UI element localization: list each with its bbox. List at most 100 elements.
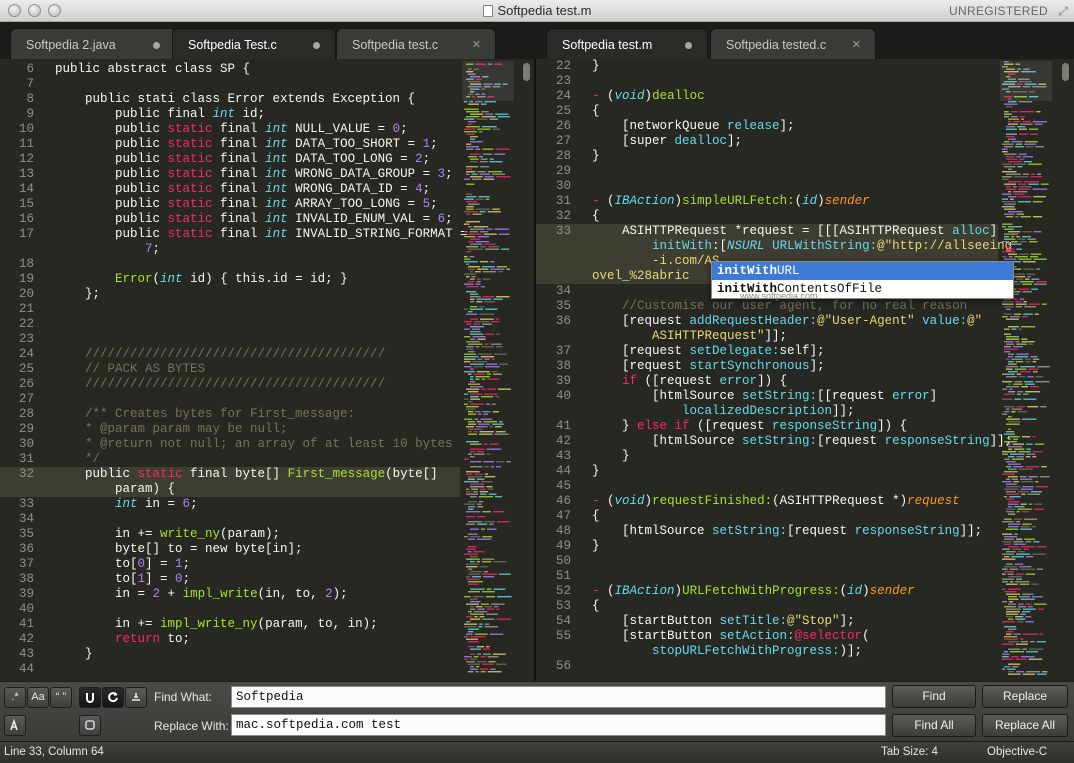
highlight-matches-toggle[interactable] <box>125 687 147 708</box>
left-scrollbar-thumb[interactable] <box>523 63 530 81</box>
right-editor-pane[interactable]: 22} 23 24 - (void)dealloc 25 {26 [networkQueu… <box>536 59 1074 681</box>
syntax-selector[interactable]: Objective-C <box>987 746 1047 758</box>
code-line[interactable]: return to; <box>55 632 190 647</box>
replace-all-button[interactable]: Replace All <box>982 714 1068 737</box>
code-line[interactable]: public static final int INVALID_ENUM_VAL… <box>55 212 453 227</box>
code-line[interactable]: public final int id; <box>55 107 265 122</box>
code-line[interactable]: public static final int ARRAY_TOO_LONG =… <box>55 197 438 212</box>
code-line[interactable]: * @return not null; an array of at least… <box>55 437 453 452</box>
code-line[interactable]: [request addRequestHeader:@"User-Agent" … <box>592 314 982 329</box>
replace-button[interactable]: Replace <box>982 685 1068 708</box>
code-line[interactable]: { <box>592 209 600 224</box>
right-minimap[interactable] <box>1000 61 1052 681</box>
code-line[interactable]: [request setDelegate:self]; <box>592 344 825 359</box>
code-line[interactable]: in += impl_write_ny(param, to, in); <box>55 617 378 632</box>
tab-softpedia-test-c-upper[interactable]: Softpedia Test.c <box>172 28 336 59</box>
code-line[interactable]: - (void)requestFinished:(ASIHTTPRequest … <box>592 494 960 509</box>
find-all-button[interactable]: Find All <box>892 714 976 737</box>
close-tab-icon[interactable]: ✕ <box>852 38 861 51</box>
code-line[interactable]: [super dealloc]; <box>592 134 742 149</box>
autocomplete-item[interactable]: initWithURL <box>712 262 1013 280</box>
show-context-toggle[interactable] <box>79 715 101 736</box>
close-tab-icon[interactable]: ✕ <box>472 38 481 51</box>
fullscreen-icon[interactable]: ⤢ <box>1058 4 1068 19</box>
tab-size-selector[interactable]: Tab Size: 4 <box>881 746 938 758</box>
code-line[interactable]: { <box>592 104 600 119</box>
case-sensitive-toggle[interactable]: Aa <box>27 687 49 708</box>
code-line[interactable]: int in = 6; <box>55 497 198 512</box>
code-line[interactable]: [htmlSource setString:[request responseS… <box>592 524 982 539</box>
regex-toggle[interactable]: .* <box>4 687 26 708</box>
code-line[interactable]: //////////////////////////////////////// <box>55 377 385 392</box>
code-line[interactable]: in = 2 + impl_write(in, to, 2); <box>55 587 348 602</box>
code-line[interactable]: } <box>592 539 600 554</box>
tab-softpedia-test-c[interactable]: Softpedia test.c ✕ <box>336 28 496 59</box>
code-line[interactable]: public static final int DATA_TOO_SHORT =… <box>55 137 438 152</box>
code-line[interactable]: public stati class Error extends Excepti… <box>55 92 415 107</box>
code-line[interactable]: * @param param may be null; <box>55 422 288 437</box>
code-line[interactable]: } <box>592 59 600 74</box>
whole-word-toggle[interactable]: “ ” <box>50 687 72 708</box>
code-line[interactable]: public static final int WRONG_DATA_GROUP… <box>55 167 453 182</box>
code-line[interactable]: [request startSynchronous]; <box>592 359 825 374</box>
code-line[interactable]: // PACK AS BYTES <box>55 362 205 377</box>
code-line[interactable]: public static final int DATA_TOO_LONG = … <box>55 152 430 167</box>
find-input[interactable]: Softpedia <box>231 686 886 708</box>
code-line[interactable]: - (IBAction)simpleURLFetch:(id)sender <box>592 194 870 209</box>
find-button[interactable]: Find <box>892 685 976 708</box>
line-number <box>536 404 571 419</box>
code-line[interactable]: initWith:[NSURL URLWithString:@"http://a… <box>592 239 1012 254</box>
wrap-toggle[interactable] <box>79 687 101 708</box>
code-line[interactable]: }; <box>55 287 100 302</box>
code-line[interactable]: } <box>55 647 93 662</box>
code-line[interactable]: ASIHTTPRequest *request = [[[ASIHTTPRequ… <box>592 224 997 239</box>
replace-input[interactable]: mac.softpedia.com test <box>231 714 886 736</box>
in-selection-toggle[interactable] <box>102 687 124 708</box>
code-line[interactable]: public static final int INVALID_STRING_F… <box>55 227 468 242</box>
preserve-case-toggle[interactable] <box>4 715 26 736</box>
code-line[interactable]: [networkQueue release]; <box>592 119 795 134</box>
code-line[interactable]: { <box>592 509 600 524</box>
left-editor-pane[interactable]: 6 public abstract class SP {7 8 public sta… <box>0 59 534 681</box>
code-line[interactable]: /** Creates bytes for First_message: <box>55 407 355 422</box>
code-line[interactable]: [htmlSource setString:[[request error] <box>592 389 937 404</box>
code-line[interactable]: //Customise our user agent, for no real … <box>592 299 967 314</box>
tab-softpedia-tested-c[interactable]: Softpedia tested.c ✕ <box>710 28 876 59</box>
code-line[interactable]: [startButton setTitle:@"Stop"]; <box>592 614 855 629</box>
code-line[interactable]: public abstract class SP { <box>55 62 250 77</box>
code-line[interactable]: ASIHTTPRequest"]]; <box>592 329 787 344</box>
right-scrollbar-thumb[interactable] <box>1062 63 1069 81</box>
modified-dot-icon[interactable] <box>685 42 692 49</box>
modified-dot-icon[interactable] <box>313 42 320 49</box>
code-line[interactable]: } <box>592 149 600 164</box>
code-line[interactable]: */ <box>55 452 100 467</box>
code-line[interactable]: public static final int WRONG_DATA_ID = … <box>55 182 430 197</box>
code-line[interactable]: } <box>592 464 600 479</box>
code-line[interactable]: [htmlSource setString:[request responseS… <box>592 434 1012 449</box>
code-line[interactable]: localizedDescription]]; <box>592 404 855 419</box>
left-minimap[interactable] <box>462 61 514 681</box>
code-line[interactable]: to[0] = 1; <box>55 557 190 572</box>
code-line[interactable]: } <box>592 449 630 464</box>
modified-dot-icon[interactable] <box>153 42 160 49</box>
code-line[interactable]: Error(int id) { this.id = id; } <box>55 272 348 287</box>
code-line[interactable]: in += write_ny(param); <box>55 527 280 542</box>
code-line[interactable]: stopURLFetchWithProgress:)]; <box>592 644 862 659</box>
code-line[interactable]: - (void)dealloc <box>592 89 705 104</box>
code-line[interactable]: ovel_%28abric <box>592 269 690 284</box>
code-line[interactable]: public static final byte[] First_message… <box>55 467 438 482</box>
code-line[interactable]: } else if ([request responseString]) { <box>592 419 907 434</box>
code-line[interactable]: to[1] = 0; <box>55 572 190 587</box>
code-line[interactable]: { <box>592 599 600 614</box>
code-line[interactable]: public static final int NULL_VALUE = 0; <box>55 122 408 137</box>
code-line[interactable]: if ([request error]) { <box>592 374 787 389</box>
tab-softpedia-test-m[interactable]: Softpedia test.m <box>546 28 708 59</box>
code-line[interactable]: param) { <box>55 482 175 497</box>
code-line[interactable]: [startButton setAction:@selector( <box>592 629 870 644</box>
code-line[interactable]: - (IBAction)URLFetchWithProgress:(id)sen… <box>592 584 915 599</box>
code-line[interactable]: byte[] to = new byte[in]; <box>55 542 303 557</box>
code-line[interactable]: //////////////////////////////////////// <box>55 347 385 362</box>
code-line[interactable]: 7; <box>55 242 160 257</box>
code-line[interactable]: -i.com/AS <box>592 254 720 269</box>
tab-softpedia-2-java[interactable]: Softpedia 2.java <box>10 28 176 59</box>
